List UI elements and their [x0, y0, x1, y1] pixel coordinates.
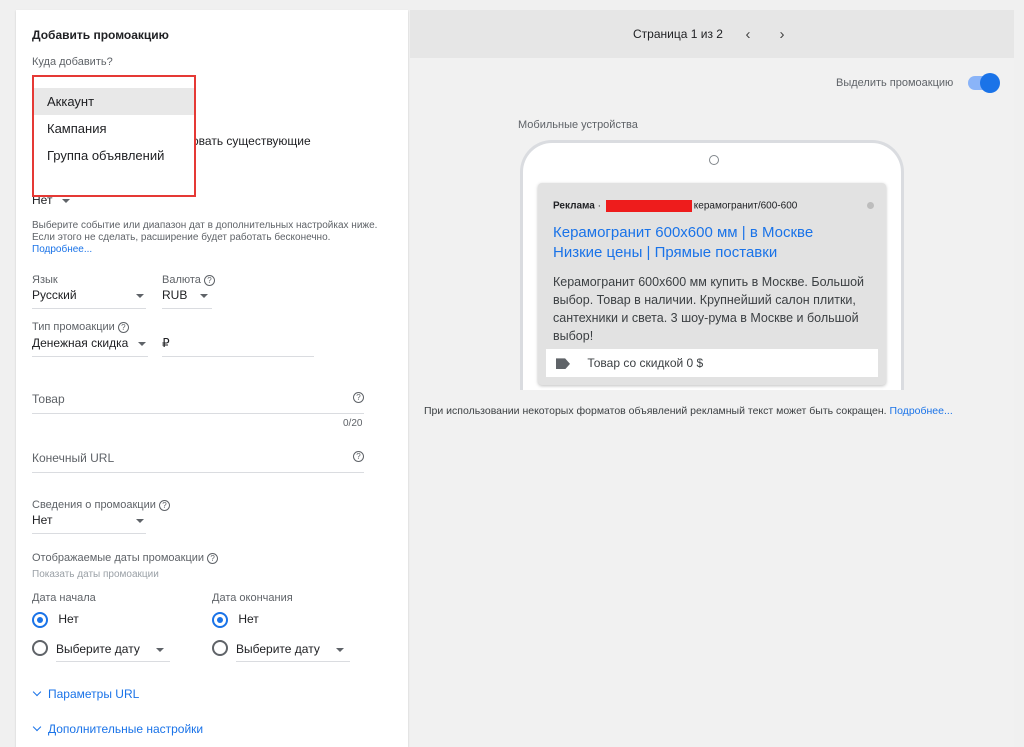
end-date-label: Дата окончания — [212, 592, 293, 604]
phone-camera-icon — [709, 155, 719, 165]
info-dot-icon — [867, 202, 874, 209]
truncation-note: При использовании некоторых форматов объ… — [424, 405, 953, 417]
start-none-radio[interactable]: Нет — [32, 612, 79, 628]
language-select[interactable]: Русский — [32, 288, 146, 309]
help-icon[interactable]: ? — [117, 321, 129, 333]
start-date-label: Дата начала — [32, 592, 96, 604]
more-link[interactable]: Подробнее... — [890, 405, 953, 417]
dates-sublabel: Показать даты промоакции — [32, 569, 159, 580]
preview-header: Страница 1 из 2 ‹ › — [410, 10, 1014, 58]
advanced-settings-toggle[interactable]: Дополнительные настройки — [32, 722, 203, 736]
next-page-button[interactable]: › — [773, 26, 791, 43]
redacted-domain — [605, 200, 692, 212]
item-char-counter: 0/20 — [343, 418, 363, 429]
prev-page-button[interactable]: ‹ — [739, 26, 757, 43]
radio-selected-icon — [212, 612, 228, 628]
final-url-input[interactable]: Конечный URL ? — [32, 451, 364, 473]
language-label: Язык — [32, 274, 58, 286]
promo-type-select[interactable]: Денежная скидка — [32, 336, 148, 357]
caret-down-icon — [200, 294, 208, 298]
item-input[interactable]: Товар ? — [32, 392, 364, 414]
ad-badge: Реклама — [553, 200, 595, 212]
caret-down-icon — [136, 519, 144, 523]
start-date-select[interactable]: Выберите дату — [56, 640, 170, 662]
promo-type-label: Тип промоакции ? — [32, 321, 129, 333]
help-icon[interactable]: ? — [353, 392, 364, 403]
preview-panel: Страница 1 из 2 ‹ › Выделить промоакцию … — [410, 10, 1014, 747]
ad-url-line: Реклама · керамогранит/600-600 — [553, 200, 798, 212]
radio-selected-icon — [32, 612, 48, 628]
where-to-add-label: Куда добавить? — [32, 56, 113, 68]
chevron-down-icon — [32, 687, 42, 697]
promo-extension-row: Товар со скидкой 0 $ — [546, 349, 878, 377]
device-label: Мобильные устройства — [518, 119, 638, 131]
tag-icon — [556, 358, 570, 370]
start-pick-radio[interactable] — [32, 640, 48, 656]
help-icon[interactable]: ? — [207, 552, 219, 564]
ad-url-path: керамогранит/600-600 — [693, 200, 798, 212]
ad-headline[interactable]: Керамогранит 600x600 мм | в Москве Низки… — [553, 223, 813, 263]
form-title: Добавить промоакцию — [32, 28, 169, 42]
dropdown-item-ad-group[interactable]: Группа объявлений — [34, 142, 194, 169]
level-dropdown-menu: Аккаунт Кампания Группа объявлений — [32, 75, 196, 197]
pager-text: Страница 1 из 2 — [633, 27, 723, 41]
ad-description: Керамогранит 600x600 мм купить в Москве.… — [553, 275, 865, 343]
discount-amount-input[interactable]: ₽ — [162, 336, 314, 357]
help-icon[interactable]: ? — [158, 499, 170, 511]
hidden-option-text: овать существующие — [192, 134, 311, 148]
end-date-select[interactable]: Выберите дату — [236, 640, 350, 662]
caret-down-icon — [136, 294, 144, 298]
caret-down-icon — [156, 648, 164, 652]
dropdown-item-account[interactable]: Аккаунт — [34, 88, 194, 115]
details-select[interactable]: Нет — [32, 513, 146, 534]
schedule-help-text: Выберите событие или диапазон дат в допо… — [32, 220, 378, 255]
more-link[interactable]: Подробнее... — [32, 244, 92, 255]
caret-down-icon — [336, 648, 344, 652]
help-icon[interactable]: ? — [203, 274, 215, 286]
currency-select[interactable]: RUB — [162, 288, 212, 309]
dates-label: Отображаемые даты промоакции ? — [32, 552, 219, 564]
help-icon[interactable]: ? — [353, 451, 364, 462]
chevron-down-icon — [32, 722, 42, 732]
end-pick-radio[interactable] — [212, 640, 228, 656]
currency-symbol: ₽ — [162, 336, 170, 350]
caret-down-icon — [138, 342, 146, 346]
dropdown-item-campaign[interactable]: Кампания — [34, 115, 194, 142]
caret-down-icon — [61, 198, 70, 203]
url-params-toggle[interactable]: Параметры URL — [32, 687, 139, 701]
ad-preview-card: Реклама · керамогранит/600-600 Керамогра… — [538, 183, 886, 385]
end-none-radio[interactable]: Нет — [212, 612, 259, 628]
details-label: Сведения о промоакции ? — [32, 499, 170, 511]
highlight-toggle[interactable] — [968, 73, 1000, 93]
promotion-form-panel: Добавить промоакцию Куда добавить? овать… — [16, 10, 408, 747]
phone-mockup: Реклама · керамогранит/600-600 Керамогра… — [520, 140, 904, 390]
currency-label: Валюта ? — [162, 274, 215, 286]
radio-unselected-icon — [212, 640, 228, 656]
highlight-label: Выделить промоакцию — [836, 77, 954, 89]
radio-unselected-icon — [32, 640, 48, 656]
